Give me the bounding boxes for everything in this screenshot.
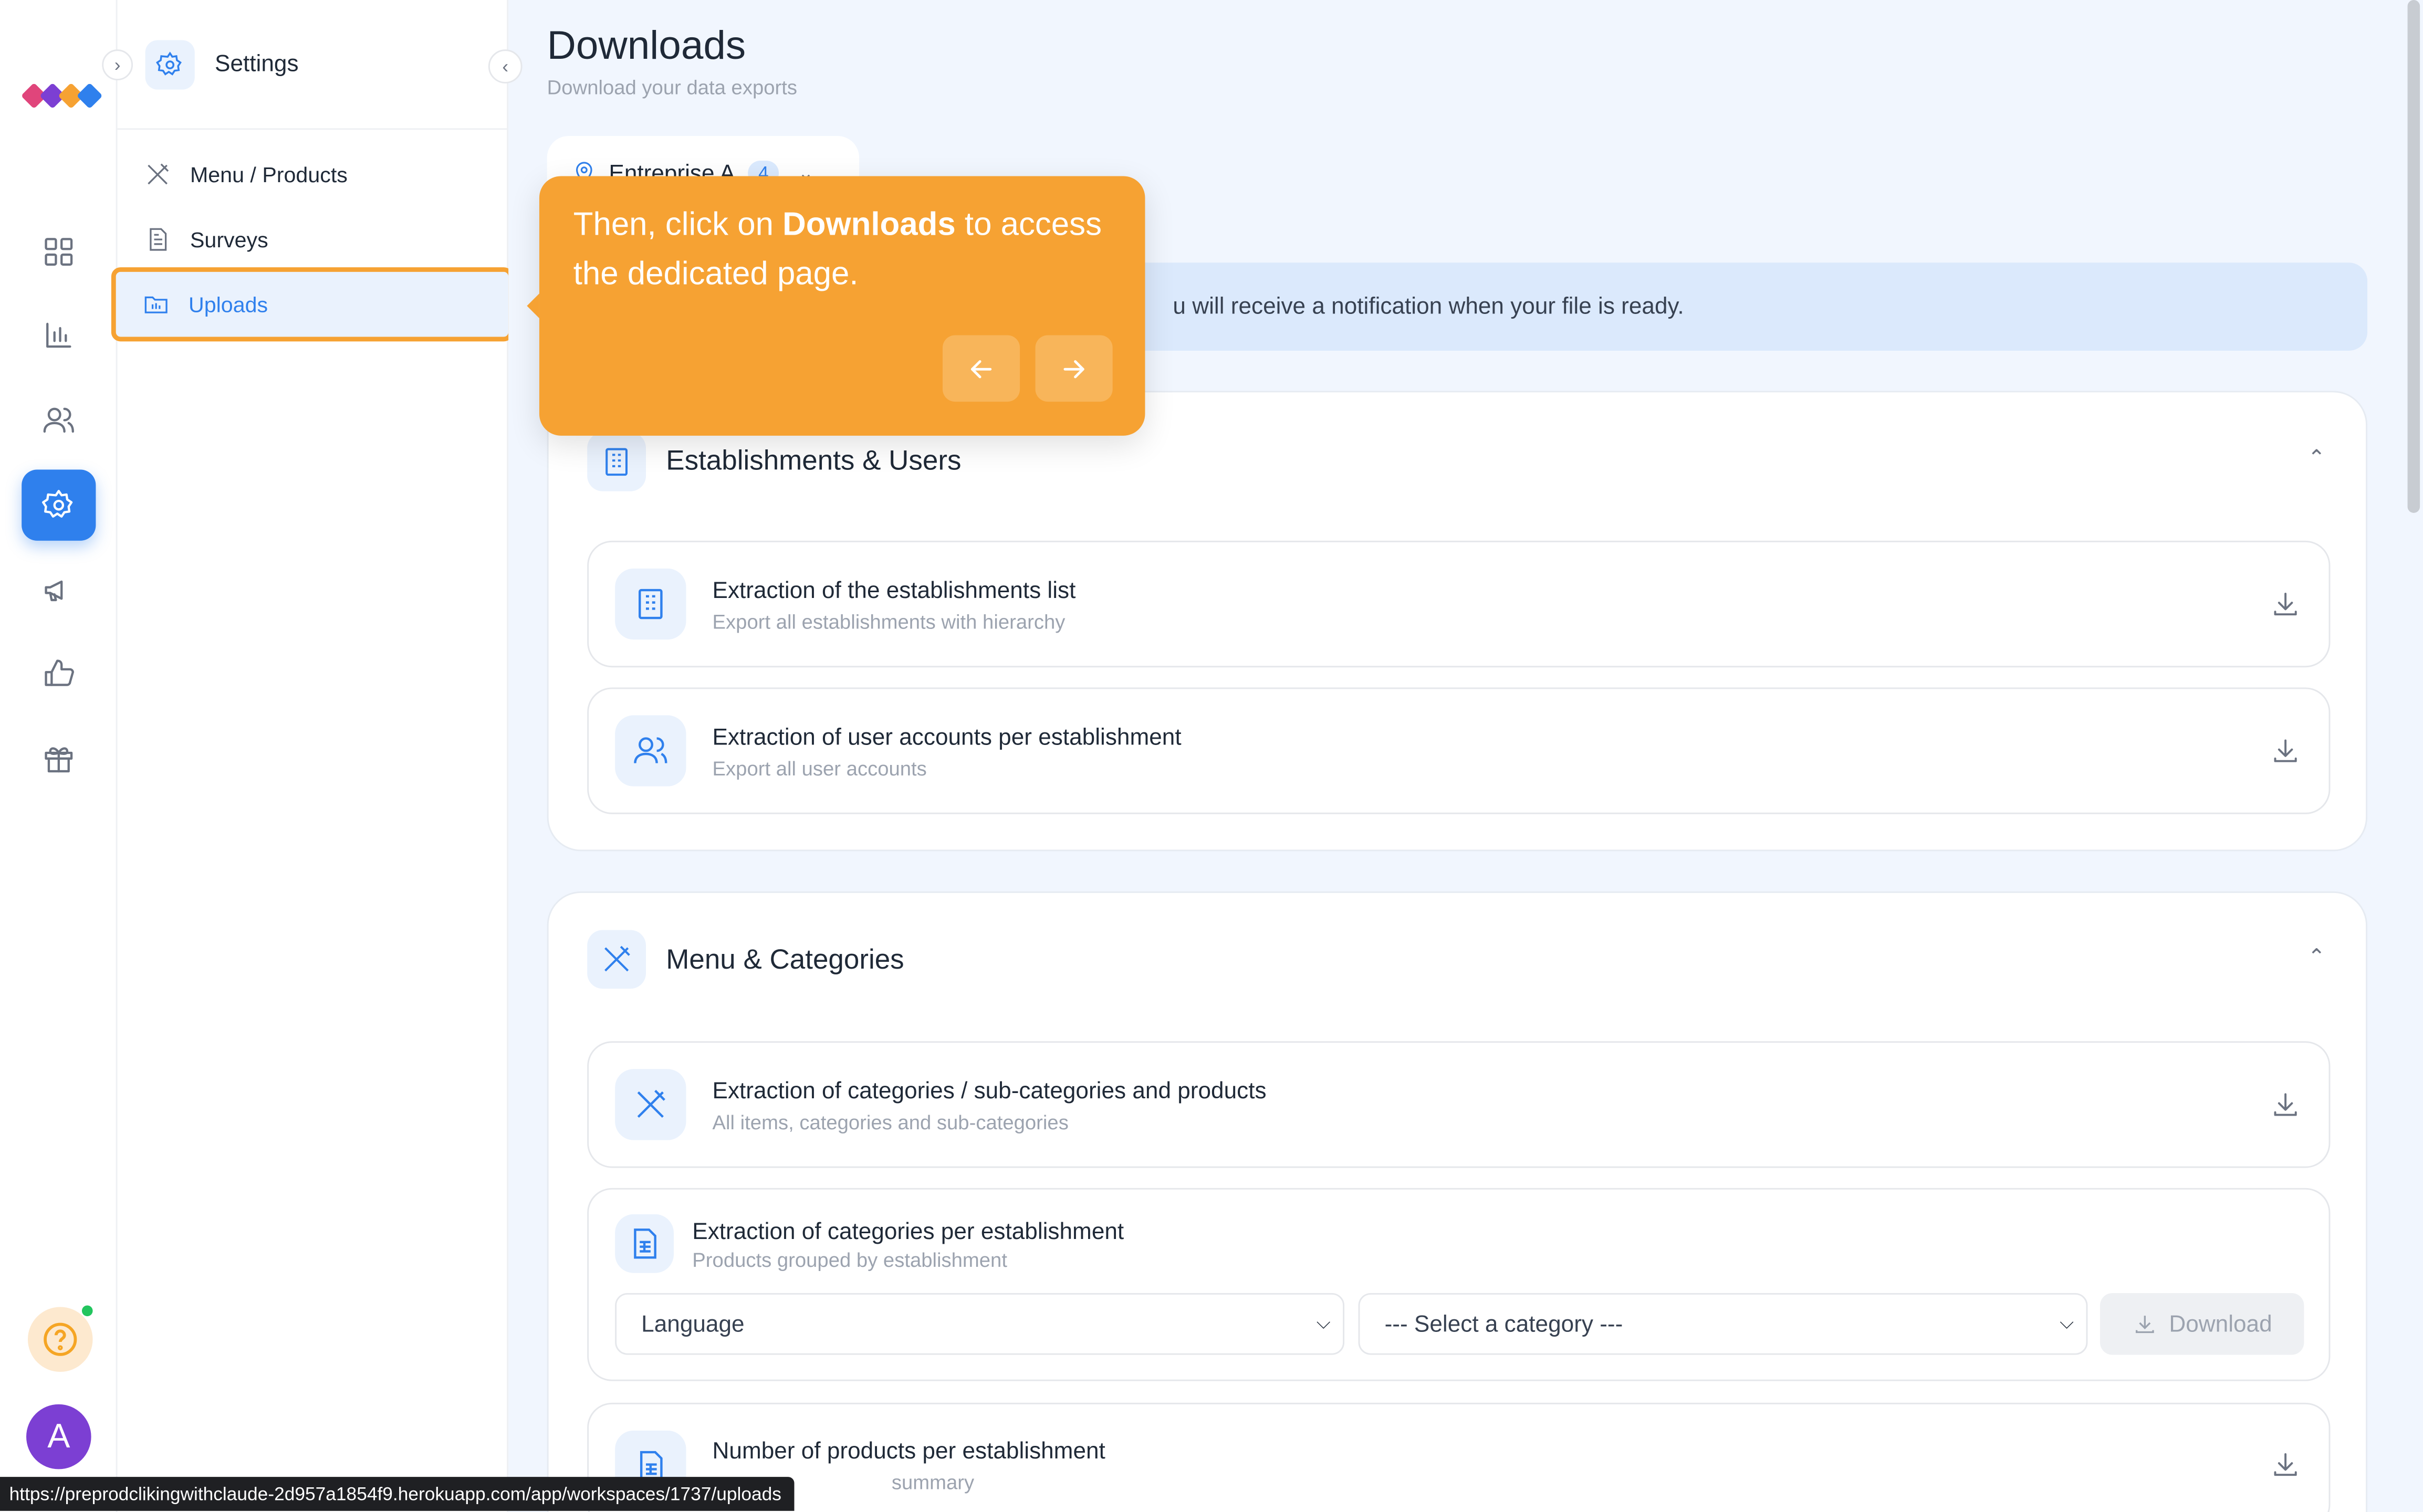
- megaphone-icon[interactable]: [22, 554, 96, 625]
- arrow-left-icon: [970, 359, 992, 377]
- card-subtitle: Products grouped by establishment: [692, 1248, 1007, 1272]
- document-icon: [150, 228, 167, 251]
- section-title: Establishments & Users: [666, 445, 962, 476]
- settings-gear-icon[interactable]: [22, 469, 96, 541]
- download-icon[interactable]: [2270, 589, 2304, 623]
- collapse-chevron-icon[interactable]: ‹: [488, 49, 523, 83]
- info-banner-text: u will receive a notification when your …: [1173, 293, 1684, 320]
- page-subtitle: Download your data exports: [547, 76, 798, 99]
- scrollbar-thumb[interactable]: [2407, 0, 2420, 513]
- chevron-down-icon: ⌵: [1316, 1311, 1331, 1334]
- analytics-icon[interactable]: [22, 300, 96, 371]
- building-icon: [587, 432, 646, 491]
- tooltip-text-bold: Downloads: [782, 207, 956, 243]
- card-title: Extraction of categories per establishme…: [692, 1219, 1124, 1245]
- thumbs-up-icon[interactable]: [22, 638, 96, 709]
- settings-header-gear-icon: [145, 40, 195, 90]
- status-bar-url: https://preprodclikingwithclaude-2d957a1…: [0, 1477, 794, 1511]
- icon-rail: A: [0, 0, 118, 1512]
- tooltip-next-button[interactable]: [1035, 335, 1113, 402]
- card-title: Extraction of the establishments list: [712, 578, 1076, 604]
- collapse-section-chevron-icon[interactable]: ⌃: [2307, 445, 2326, 471]
- download-icon[interactable]: [2270, 1449, 2304, 1483]
- section-title: Menu & Categories: [666, 943, 904, 975]
- tooltip-back-button[interactable]: [942, 335, 1020, 402]
- folder-icon: [144, 296, 168, 313]
- sidebar-item-label: Uploads: [188, 292, 268, 317]
- sidebar-item-surveys[interactable]: Surveys: [118, 208, 508, 270]
- page-title: Downloads: [547, 22, 746, 68]
- users-icon[interactable]: [22, 385, 96, 456]
- utensils-icon: [615, 1069, 686, 1140]
- export-card[interactable]: Extraction of user accounts per establis…: [587, 687, 2331, 814]
- online-indicator: [81, 1305, 93, 1317]
- utensils-icon: [148, 163, 169, 185]
- avatar[interactable]: A: [26, 1404, 91, 1469]
- category-select[interactable]: --- Select a category --- ⌵: [1358, 1293, 2088, 1355]
- utensils-icon: [587, 930, 646, 989]
- settings-title: Settings: [215, 51, 299, 78]
- export-card[interactable]: Number of products per establishment sum…: [587, 1402, 2331, 1512]
- card-title: Extraction of user accounts per establis…: [712, 724, 1182, 751]
- users-icon: [615, 715, 686, 786]
- gift-icon[interactable]: [22, 723, 96, 794]
- collapse-section-chevron-icon[interactable]: ⌃: [2307, 944, 2326, 970]
- help-icon[interactable]: [27, 1307, 93, 1372]
- export-card[interactable]: Extraction of categories / sub-categorie…: [587, 1041, 2331, 1168]
- category-select-value: --- Select a category ---: [1384, 1310, 1623, 1337]
- download-button[interactable]: Download: [2100, 1293, 2304, 1355]
- card-subtitle: summary: [891, 1471, 975, 1494]
- download-icon: [2135, 1316, 2154, 1334]
- download-button-label: Download: [2169, 1310, 2272, 1337]
- card-title: Extraction of categories / sub-categorie…: [712, 1078, 1267, 1105]
- dashboard-icon[interactable]: [22, 216, 96, 287]
- card-title: Number of products per establishment: [712, 1438, 1105, 1465]
- export-card-with-filters: Extraction of categories per establishme…: [587, 1188, 2331, 1381]
- sidebar-item-uploads[interactable]: Uploads: [111, 267, 513, 342]
- sidebar-item-label: Surveys: [190, 227, 268, 252]
- arrow-right-icon: [1063, 359, 1084, 377]
- building-icon: [615, 568, 686, 640]
- download-icon[interactable]: [2270, 736, 2304, 770]
- language-select[interactable]: Language ⌵: [615, 1293, 1345, 1355]
- card-subtitle: Export all establishments with hierarchy: [712, 610, 1066, 634]
- tour-tooltip: Then, click on Downloads to access the d…: [527, 176, 1145, 436]
- card-subtitle: All items, categories and sub-categories: [712, 1110, 1069, 1134]
- language-select-value: Language: [641, 1310, 745, 1337]
- app-logo[interactable]: [22, 74, 102, 114]
- card-subtitle: Export all user accounts: [712, 757, 927, 781]
- tooltip-text-start: Then, click on: [573, 207, 783, 243]
- expand-chevron-icon[interactable]: ›: [102, 49, 133, 81]
- settings-panel-header: › Settings: [102, 0, 509, 130]
- sidebar-item-menu-products[interactable]: Menu / Products: [118, 144, 508, 206]
- chevron-down-icon: ⌵: [2060, 1311, 2074, 1334]
- section-establishments-users: Establishments & Users ⌃ Extraction of t…: [547, 391, 2368, 852]
- settings-panel: › Settings ‹ Menu / Products Surveys Upl…: [102, 0, 523, 1512]
- spreadsheet-icon: [615, 1214, 674, 1273]
- sidebar-item-label: Menu / Products: [190, 162, 348, 187]
- section-menu-categories: Menu & Categories ⌃ Extraction of catego…: [547, 891, 2368, 1512]
- tooltip-text: Then, click on Downloads to access the d…: [573, 201, 1114, 300]
- export-card[interactable]: Extraction of the establishments list Ex…: [587, 540, 2331, 668]
- download-icon[interactable]: [2270, 1089, 2304, 1124]
